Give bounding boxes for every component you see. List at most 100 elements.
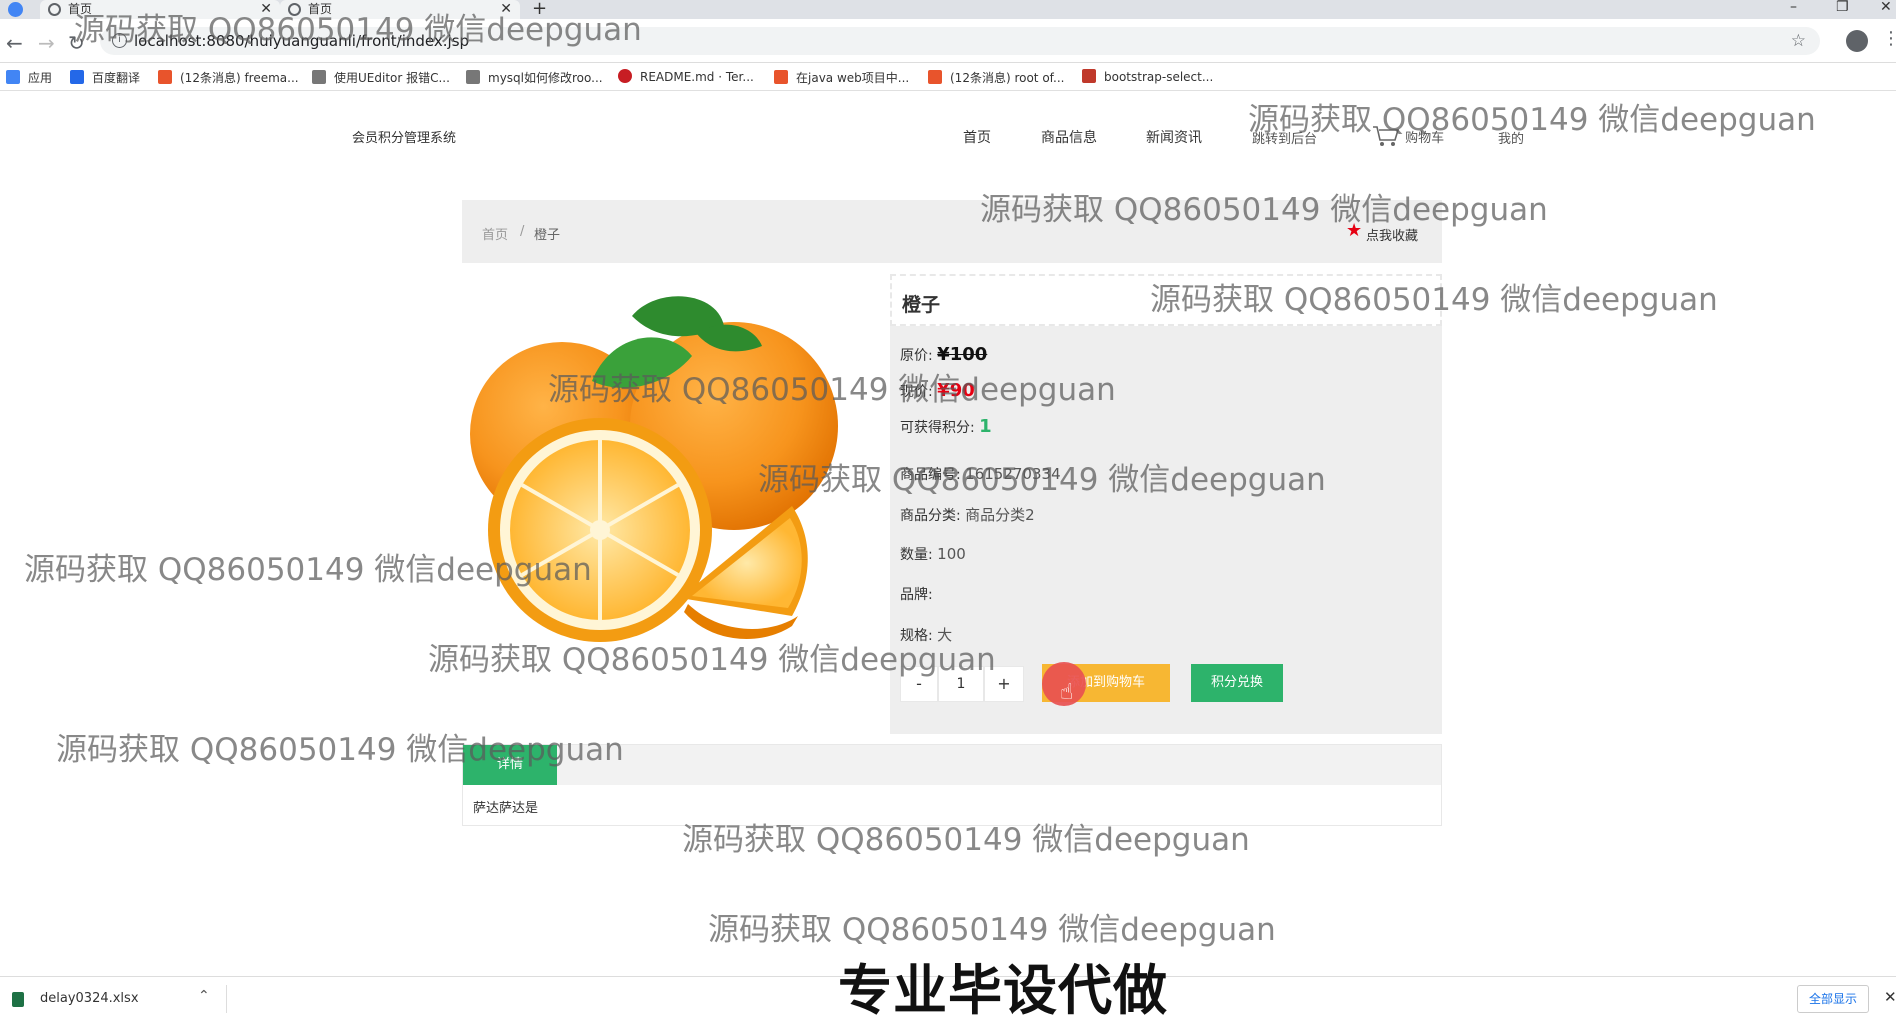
brand-row: 品牌: xyxy=(900,584,933,604)
bookmark-label: 在java web项目中... xyxy=(796,71,910,85)
close-tab-icon[interactable]: ✕ xyxy=(500,0,512,19)
bookmark-label: (12条消息) root of... xyxy=(950,71,1065,85)
details-content: 萨达萨达是 xyxy=(473,801,539,816)
bookmark-item[interactable]: 在java web项目中... xyxy=(774,69,909,86)
bookmark-label: (12条消息) freema... xyxy=(180,71,299,85)
code-label: 商品编号: xyxy=(900,467,961,483)
tab-title: 首页 xyxy=(308,2,333,16)
jianshu-icon xyxy=(1082,69,1096,83)
tab-title: 首页 xyxy=(68,2,93,16)
nav-cart-label: 购物车 xyxy=(1405,131,1445,146)
watermark: 源码获取 QQ86050149 微信deepguan xyxy=(708,912,1276,948)
browser-tab[interactable]: 首页 ✕ xyxy=(40,0,280,19)
tab-details[interactable]: 详情 xyxy=(463,745,557,785)
close-icon[interactable]: ✕ xyxy=(1884,988,1896,1006)
csdn-icon xyxy=(158,70,172,84)
qty-minus-button[interactable]: - xyxy=(900,666,938,702)
address-toolbar: ← → ↻ i localhost:8080/huiyuanguanli/fro… xyxy=(0,19,1896,63)
hand-cursor-icon: ☝ xyxy=(1060,680,1074,705)
breadcrumb-current: 橙子 xyxy=(534,228,561,243)
minimize-icon[interactable]: – xyxy=(1790,0,1797,15)
address-bar[interactable]: i localhost:8080/huiyuanguanli/front/ind… xyxy=(100,27,1820,55)
cart-icon xyxy=(1373,126,1400,146)
close-tab-icon[interactable]: ✕ xyxy=(260,0,272,19)
download-filename[interactable]: delay0324.xlsx xyxy=(40,991,139,1006)
points-exchange-button[interactable]: 积分兑换 xyxy=(1191,664,1283,702)
current-price-row: 现价: ¥90 xyxy=(900,380,975,401)
gitee-icon xyxy=(618,69,632,83)
qty-plus-button[interactable]: + xyxy=(984,666,1024,702)
points-label: 可获得积分: xyxy=(900,420,975,436)
bookmark-label: 百度翻译 xyxy=(92,71,141,85)
divider xyxy=(226,985,227,1013)
current-price-label: 现价: xyxy=(900,384,933,400)
breadcrumb-home[interactable]: 首页 xyxy=(482,224,508,243)
details-section: 详情 萨达萨达是 xyxy=(462,744,1442,826)
points-row: 可获得积分: 1 xyxy=(900,416,992,437)
bookmark-label: 使用UEditor 报错C... xyxy=(334,71,450,85)
new-tab-icon[interactable]: + xyxy=(532,0,547,19)
chevron-up-icon[interactable]: ⌃ xyxy=(198,988,210,1004)
reload-icon[interactable]: ↻ xyxy=(68,31,85,55)
original-price: ¥100 xyxy=(937,344,988,365)
code-value: 1615270334 xyxy=(965,465,1061,483)
address-text: localhost:8080/huiyuanguanli/front/index… xyxy=(134,32,470,50)
account-icon[interactable] xyxy=(1846,30,1868,52)
category-label: 商品分类: xyxy=(900,508,961,524)
browser-tab[interactable]: 首页 ✕ xyxy=(280,0,520,19)
nav-news[interactable]: 新闻资讯 xyxy=(1146,127,1202,147)
bookmark-label: 应用 xyxy=(28,71,53,85)
category-row: 商品分类: 商品分类2 xyxy=(900,504,1035,525)
current-price: ¥90 xyxy=(937,380,975,401)
nav-products[interactable]: 商品信息 xyxy=(1041,127,1097,147)
quantity-row: 数量: 100 xyxy=(900,544,966,564)
bookmark-apps[interactable]: 应用 xyxy=(6,69,52,86)
breadcrumb-separator: / xyxy=(520,224,525,239)
nav-home[interactable]: 首页 xyxy=(963,127,991,147)
forward-icon[interactable]: → xyxy=(38,31,55,55)
baidu-translate-icon xyxy=(70,70,84,84)
star-icon[interactable]: ★ xyxy=(1346,220,1362,241)
back-icon[interactable]: ← xyxy=(6,31,23,55)
show-all-button[interactable]: 全部显示 xyxy=(1797,985,1869,1013)
nav-mine[interactable]: 我的 xyxy=(1498,128,1524,147)
details-tab-bar: 详情 xyxy=(463,745,1441,785)
promo-banner: 专业毕设代做 xyxy=(838,959,1168,1022)
points-value: 1 xyxy=(979,416,992,437)
info-icon[interactable]: i xyxy=(112,33,127,48)
bookmark-item[interactable]: (12条消息) root of... xyxy=(928,69,1064,86)
globe-icon xyxy=(48,3,61,16)
bookmark-item[interactable]: (12条消息) freema... xyxy=(158,69,299,86)
browser-logo-icon xyxy=(8,2,23,17)
quantity-label: 数量: xyxy=(900,547,933,563)
brand-label: 品牌: xyxy=(900,587,933,603)
apps-grid-icon xyxy=(6,70,20,84)
breadcrumb: 首页 / 橙子 ★ 点我收藏 xyxy=(462,200,1442,263)
quantity-value: 100 xyxy=(937,545,966,563)
restore-icon[interactable]: ❐ xyxy=(1836,0,1849,15)
bookmark-item[interactable]: bootstrap-select... xyxy=(1082,69,1213,84)
bookmark-star-icon[interactable]: ☆ xyxy=(1791,27,1806,55)
qty-input[interactable]: 1 xyxy=(938,666,984,702)
mysql-icon xyxy=(466,70,480,84)
original-price-row: 原价: ¥100 xyxy=(900,344,987,365)
nav-cart[interactable]: 购物车 xyxy=(1372,124,1444,148)
bookmark-item[interactable]: README.md · Ter... xyxy=(618,69,754,84)
browser-tab-strip: 首页 ✕ 首页 ✕ + – ❐ ✕ xyxy=(0,0,1896,19)
csdn-icon xyxy=(774,70,788,84)
excel-file-icon xyxy=(12,992,24,1007)
close-window-icon[interactable]: ✕ xyxy=(1880,0,1892,15)
menu-icon[interactable]: ⋮ xyxy=(1882,28,1896,49)
bookmark-label: README.md · Ter... xyxy=(640,70,754,84)
product-info-panel: 橙子 原价: ¥100 现价: ¥90 可获得积分: 1 商品编号: 16152… xyxy=(890,274,1442,734)
bookmark-item[interactable]: 百度翻译 xyxy=(70,69,140,86)
nav-admin[interactable]: 跳转到后台 xyxy=(1252,128,1317,147)
site-title: 会员积分管理系统 xyxy=(352,131,457,146)
favorite-button[interactable]: 点我收藏 xyxy=(1366,225,1418,244)
spec-row: 规格: 大 xyxy=(900,624,952,645)
csdn-icon xyxy=(928,70,942,84)
spec-label: 规格: xyxy=(900,628,933,644)
bookmark-item[interactable]: mysql如何修改roo... xyxy=(466,69,603,86)
bookmark-item[interactable]: 使用UEditor 报错C... xyxy=(312,69,450,86)
globe-icon xyxy=(288,3,301,16)
